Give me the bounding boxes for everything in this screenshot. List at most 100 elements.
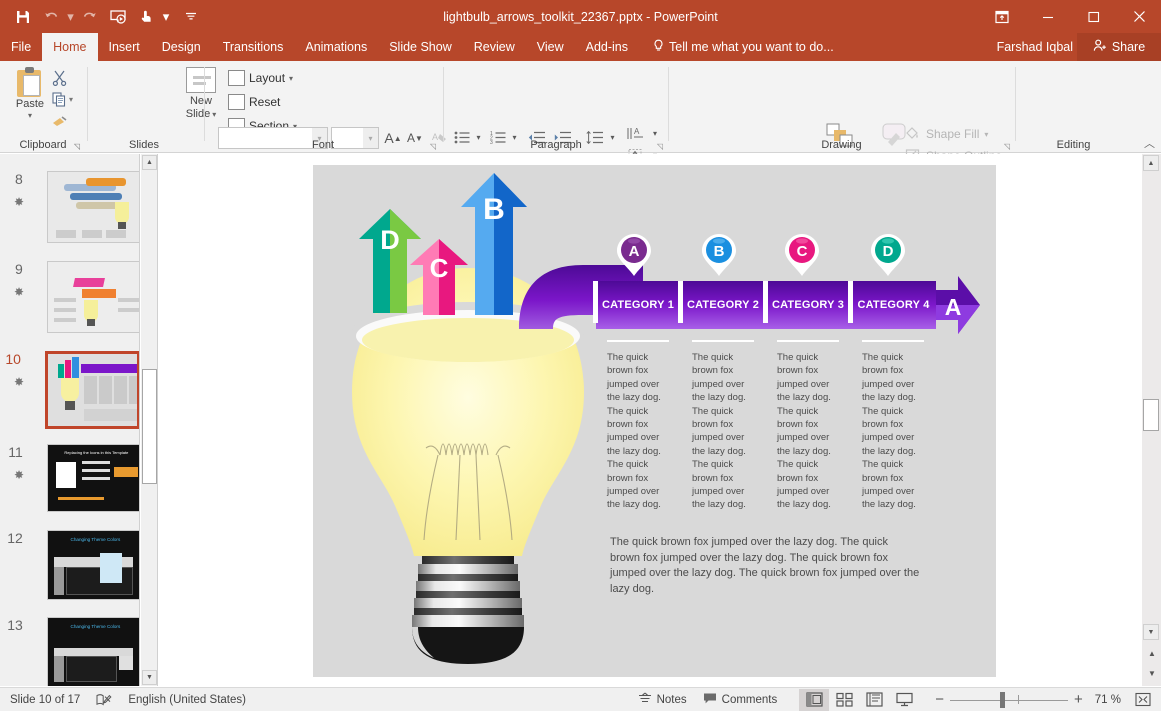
tab-slide-show[interactable]: Slide Show bbox=[378, 33, 463, 61]
ribbon-divider bbox=[593, 281, 598, 323]
share-button[interactable]: Share bbox=[1077, 33, 1161, 61]
thumbnail-slide-10[interactable]: 10 ✸ bbox=[0, 351, 140, 429]
start-slideshow-icon[interactable] bbox=[105, 4, 131, 30]
column-divider bbox=[777, 340, 839, 342]
language-indicator[interactable]: English (United States) bbox=[120, 688, 254, 711]
undo-dropdown-icon[interactable]: ▾ bbox=[66, 4, 75, 30]
thumbnail-image[interactable]: Replacing the Icons in this Template bbox=[47, 444, 140, 512]
thumbnail-slide-13[interactable]: 13 Changing Theme Colors bbox=[0, 617, 140, 686]
tab-home[interactable]: Home bbox=[42, 33, 97, 61]
undo-icon[interactable] bbox=[38, 4, 64, 30]
category-2-body-text[interactable]: The quick brown fox jumped over the lazy… bbox=[692, 351, 754, 512]
slide-bottom-paragraph[interactable]: The quick brown fox jumped over the lazy… bbox=[610, 535, 920, 597]
tab-design[interactable]: Design bbox=[151, 33, 212, 61]
cut-icon[interactable] bbox=[48, 67, 70, 88]
scrollbar-thumb[interactable] bbox=[1143, 399, 1159, 431]
category-ribbon-bar: CATEGORY 1 CATEGORY 2 CATEGORY 3 CATEGOR… bbox=[596, 281, 936, 329]
clipboard-dialog-launcher[interactable]: ◹ bbox=[74, 142, 80, 151]
thumbnail-image[interactable] bbox=[47, 261, 140, 333]
spellcheck-icon[interactable] bbox=[88, 688, 120, 711]
zoom-slider[interactable] bbox=[950, 689, 1068, 711]
category-3-label[interactable]: CATEGORY 3 bbox=[766, 281, 850, 329]
scroll-down-icon[interactable]: ▼ bbox=[1143, 624, 1159, 640]
thumbnail-slide-11[interactable]: 11 ✸ Replacing the Icons in this Templat… bbox=[0, 444, 140, 512]
slide-area-scrollbar[interactable]: ▲ ▼ ▲ ▼ bbox=[1142, 154, 1161, 686]
next-slide-button[interactable]: ▼ bbox=[1145, 666, 1159, 680]
normal-view-icon[interactable] bbox=[799, 689, 829, 711]
zoom-out-icon[interactable]: − bbox=[929, 688, 950, 711]
fit-slide-to-window-icon[interactable] bbox=[1127, 688, 1161, 711]
category-1-label[interactable]: CATEGORY 1 bbox=[596, 281, 680, 329]
close-icon[interactable] bbox=[1117, 0, 1161, 33]
tab-review[interactable]: Review bbox=[463, 33, 526, 61]
pin-marker-b[interactable]: B bbox=[701, 233, 737, 277]
category-3-body-text[interactable]: The quick brown fox jumped over the lazy… bbox=[777, 351, 839, 512]
format-painter-icon[interactable] bbox=[48, 111, 70, 132]
collapse-ribbon-icon[interactable]: ︿ bbox=[1144, 135, 1155, 151]
category-2-label[interactable]: CATEGORY 2 bbox=[681, 281, 765, 329]
scroll-up-icon[interactable]: ▲ bbox=[1143, 155, 1159, 171]
scroll-down-icon[interactable]: ▼ bbox=[142, 670, 157, 685]
drawing-dialog-launcher[interactable]: ◹ bbox=[1004, 142, 1010, 151]
slideshow-view-icon[interactable] bbox=[889, 689, 919, 711]
paste-dropdown-icon[interactable]: ▾ bbox=[28, 111, 32, 120]
thumbnail-image[interactable] bbox=[47, 171, 140, 243]
paragraph-dialog-launcher[interactable]: ◹ bbox=[657, 142, 663, 151]
scroll-up-icon[interactable]: ▲ bbox=[142, 155, 157, 170]
tab-insert[interactable]: Insert bbox=[98, 33, 151, 61]
minimize-icon[interactable] bbox=[1025, 0, 1071, 33]
zoom-slider-thumb[interactable] bbox=[1000, 692, 1005, 708]
tab-file[interactable]: File bbox=[0, 33, 42, 61]
thumbnail-slide-9[interactable]: 9 ✸ bbox=[0, 261, 140, 333]
scrollbar-thumb[interactable] bbox=[142, 369, 157, 484]
current-slide[interactable]: D C B bbox=[313, 165, 996, 677]
account-name[interactable]: Farshad Iqbal bbox=[997, 33, 1073, 61]
slide-thumbnail-panel[interactable]: 8 ✸ 9 ✸ bbox=[0, 154, 140, 686]
slide-counter[interactable]: Slide 10 of 17 bbox=[0, 688, 88, 711]
tell-me-search[interactable]: Tell me what you want to do... bbox=[639, 33, 834, 61]
thumbnail-image[interactable] bbox=[45, 351, 140, 429]
save-icon[interactable] bbox=[10, 4, 36, 30]
comments-button[interactable]: Comments bbox=[695, 688, 786, 711]
group-separator bbox=[204, 67, 205, 141]
tab-view[interactable]: View bbox=[526, 33, 575, 61]
ribbon-display-options-icon[interactable] bbox=[979, 0, 1025, 33]
maximize-icon[interactable] bbox=[1071, 0, 1117, 33]
thumbnail-image[interactable]: Changing Theme Colors bbox=[47, 617, 140, 686]
category-1-body-text[interactable]: The quick brown fox jumped over the lazy… bbox=[607, 351, 669, 512]
customize-quick-access-toolbar-icon[interactable] bbox=[184, 4, 198, 30]
previous-slide-button[interactable]: ▲ bbox=[1145, 646, 1159, 660]
paste-button[interactable]: Paste ▾ bbox=[8, 67, 52, 133]
redo-icon[interactable] bbox=[77, 4, 103, 30]
end-arrow[interactable]: A bbox=[934, 272, 982, 338]
notes-button[interactable]: Notes bbox=[630, 688, 695, 711]
zoom-level[interactable]: 71 % bbox=[1089, 688, 1127, 711]
tab-add-ins[interactable]: Add-ins bbox=[575, 33, 639, 61]
ribbon-group-slides: New Slide ▾ Layout ▾ Reset Section ▾ Sli… bbox=[88, 61, 200, 153]
thumbnail-slide-8[interactable]: 8 ✸ bbox=[0, 171, 140, 243]
column-divider bbox=[862, 340, 924, 342]
font-dialog-launcher[interactable]: ◹ bbox=[430, 142, 436, 151]
shape-fill-dropdown-icon[interactable]: ▾ bbox=[984, 130, 988, 139]
reading-view-icon[interactable] bbox=[859, 689, 889, 711]
pin-marker-c[interactable]: C bbox=[784, 233, 820, 277]
pin-marker-a[interactable]: A bbox=[616, 233, 652, 277]
category-4-body-text[interactable]: The quick brown fox jumped over the lazy… bbox=[862, 351, 924, 512]
thumbnail-number: 12 bbox=[0, 530, 27, 600]
zoom-in-icon[interactable]: + bbox=[1068, 688, 1089, 711]
thumbnail-panel-scrollbar[interactable]: ▲ ▼ bbox=[141, 154, 158, 686]
thumbnail-slide-12[interactable]: 12 Changing Theme Colors bbox=[0, 530, 140, 600]
thumbnail-image[interactable]: Changing Theme Colors bbox=[47, 530, 140, 600]
tab-transitions[interactable]: Transitions bbox=[212, 33, 295, 61]
copy-dropdown-icon[interactable]: ▾ bbox=[66, 89, 76, 110]
animation-star-icon: ✸ bbox=[14, 285, 24, 299]
slide-sorter-icon[interactable] bbox=[829, 689, 859, 711]
pin-b-letter: B bbox=[714, 243, 725, 260]
category-4-label[interactable]: CATEGORY 4 bbox=[851, 281, 936, 329]
qat-separator bbox=[173, 4, 182, 30]
pin-marker-d[interactable]: D bbox=[870, 233, 906, 277]
touch-mouse-mode-icon[interactable] bbox=[133, 4, 159, 30]
tab-animations[interactable]: Animations bbox=[294, 33, 378, 61]
group-label-drawing: Drawing bbox=[669, 139, 1014, 151]
touch-mode-dropdown-icon[interactable]: ▾ bbox=[161, 4, 171, 30]
